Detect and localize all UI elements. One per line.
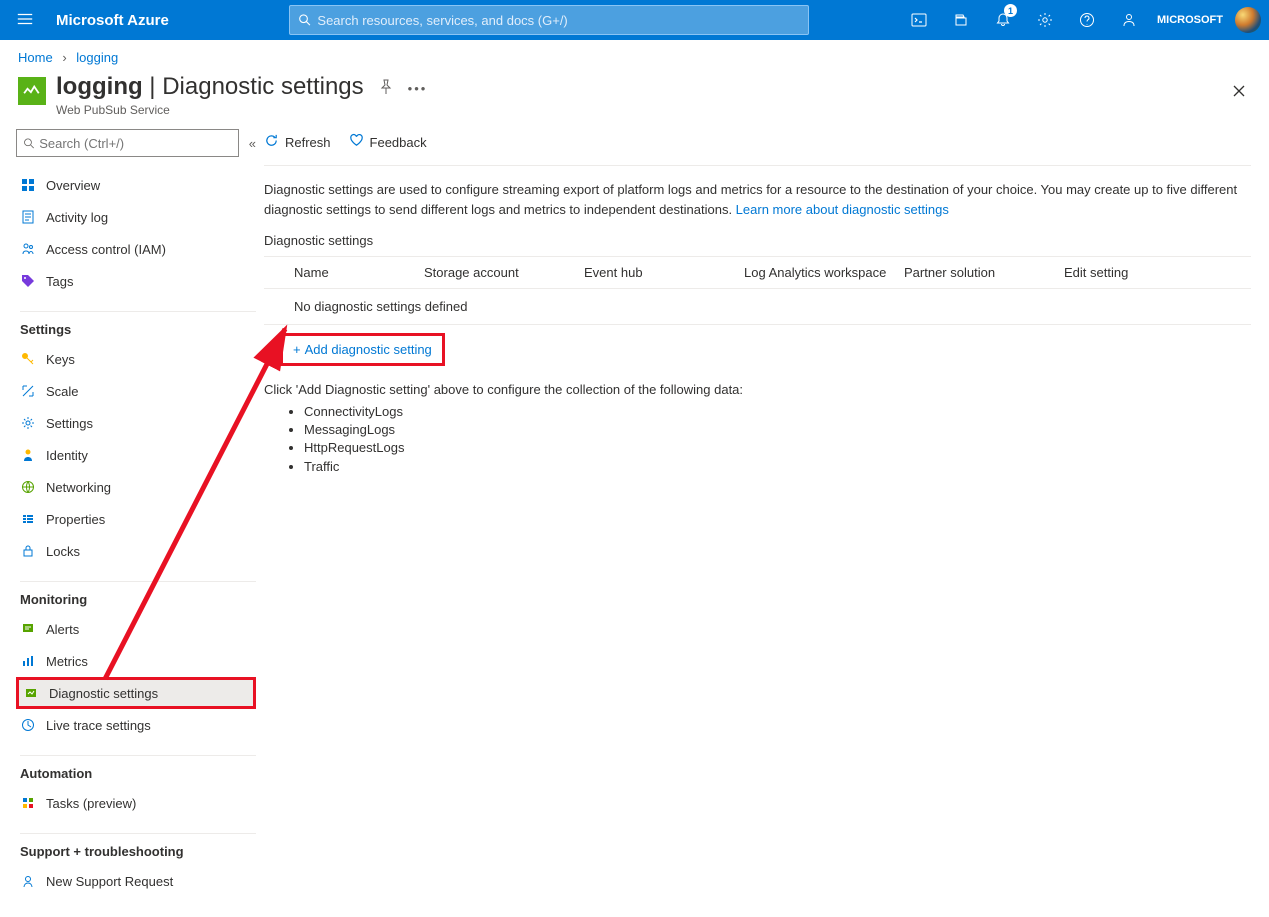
global-search-box[interactable] — [289, 5, 809, 35]
col-edit: Edit setting — [1064, 265, 1184, 280]
table-empty-row: No diagnostic settings defined — [264, 289, 1251, 324]
sidebar-item-overview[interactable]: Overview — [16, 169, 256, 201]
sidebar-item-settings[interactable]: Settings — [16, 407, 256, 439]
col-storage: Storage account — [424, 265, 584, 280]
add-setting-highlight: + Add diagnostic setting — [280, 333, 445, 366]
cloud-shell-icon[interactable] — [899, 0, 939, 40]
sidebar-section-monitoring: Monitoring — [20, 581, 256, 607]
sidebar-item-activity-log[interactable]: Activity log — [16, 201, 256, 233]
search-icon — [298, 13, 312, 27]
sidebar-item-alerts[interactable]: Alerts — [16, 613, 256, 645]
notification-badge: 1 — [1004, 4, 1017, 17]
breadcrumb-current[interactable]: logging — [76, 50, 118, 65]
sidebar-item-tasks[interactable]: Tasks (preview) — [16, 787, 256, 819]
sidebar-item-metrics[interactable]: Metrics — [16, 645, 256, 677]
refresh-icon — [264, 133, 279, 151]
top-header: Microsoft Azure 1 MICROSOFT — [0, 0, 1269, 40]
learn-more-link[interactable]: Learn more about diagnostic settings — [736, 202, 949, 217]
page-title-text: logging | Diagnostic settings Web PubSub… — [56, 73, 364, 117]
command-bar: Refresh Feedback — [264, 129, 1251, 166]
collapse-sidebar-icon[interactable]: « — [249, 136, 256, 151]
sidebar: « Overview Activity log Access control (… — [0, 129, 264, 917]
breadcrumb-home[interactable]: Home — [18, 50, 53, 65]
diagnostic-settings-table: Name Storage account Event hub Log Analy… — [264, 256, 1251, 325]
pin-icon[interactable] — [378, 79, 394, 98]
sidebar-item-locks[interactable]: Locks — [16, 535, 256, 567]
resource-icon — [18, 77, 46, 105]
close-button[interactable] — [1227, 79, 1251, 106]
page-name: Diagnostic settings — [162, 73, 363, 100]
table-header: Name Storage account Event hub Log Analy… — [264, 257, 1251, 289]
log-list: ConnectivityLogs MessagingLogs HttpReque… — [304, 403, 1251, 476]
col-law: Log Analytics workspace — [744, 265, 904, 280]
heart-icon — [349, 133, 364, 151]
col-event: Event hub — [584, 265, 744, 280]
main-content: Refresh Feedback Diagnostic settings are… — [264, 129, 1269, 917]
sidebar-item-identity[interactable]: Identity — [16, 439, 256, 471]
sidebar-item-scale[interactable]: Scale — [16, 375, 256, 407]
settings-icon[interactable] — [1025, 0, 1065, 40]
sidebar-section-settings: Settings — [20, 311, 256, 337]
brand-label[interactable]: Microsoft Azure — [56, 12, 169, 29]
global-search-input[interactable] — [311, 13, 799, 28]
sidebar-section-automation: Automation — [20, 755, 256, 781]
user-avatar[interactable] — [1235, 7, 1261, 33]
feedback-icon[interactable] — [1109, 0, 1149, 40]
chevron-right-icon: › — [62, 50, 66, 65]
sidebar-search[interactable] — [16, 129, 239, 157]
page-title-row: logging | Diagnostic settings Web PubSub… — [0, 73, 1269, 129]
sidebar-item-diagnostic-settings[interactable]: Diagnostic settings — [16, 677, 256, 709]
notifications-icon[interactable]: 1 — [983, 0, 1023, 40]
list-item: HttpRequestLogs — [304, 439, 1251, 457]
directories-icon[interactable] — [941, 0, 981, 40]
sidebar-item-tags[interactable]: Tags — [16, 265, 256, 297]
description-text: Diagnostic settings are used to configur… — [264, 180, 1251, 219]
feedback-button[interactable]: Feedback — [349, 133, 427, 151]
sidebar-item-new-support[interactable]: New Support Request — [16, 865, 256, 897]
plus-icon: + — [293, 342, 301, 357]
global-search-wrap — [289, 5, 809, 35]
menu-icon[interactable] — [16, 10, 36, 30]
section-label: Diagnostic settings — [264, 233, 1251, 248]
resource-name: logging — [56, 73, 143, 100]
search-icon — [23, 137, 35, 150]
resource-type: Web PubSub Service — [56, 103, 364, 117]
tenant-label: MICROSOFT — [1157, 14, 1223, 26]
col-name: Name — [264, 265, 424, 280]
sidebar-item-networking[interactable]: Networking — [16, 471, 256, 503]
col-partner: Partner solution — [904, 265, 1064, 280]
sidebar-item-keys[interactable]: Keys — [16, 343, 256, 375]
list-item: Traffic — [304, 458, 1251, 476]
list-item: MessagingLogs — [304, 421, 1251, 439]
click-hint-text: Click 'Add Diagnostic setting' above to … — [264, 382, 1251, 397]
add-diagnostic-setting-button[interactable]: + Add diagnostic setting — [293, 342, 432, 357]
sidebar-search-input[interactable] — [35, 136, 232, 151]
sidebar-item-live-trace[interactable]: Live trace settings — [16, 709, 256, 741]
sidebar-section-support: Support + troubleshooting — [20, 833, 256, 859]
sidebar-item-properties[interactable]: Properties — [16, 503, 256, 535]
more-icon[interactable]: ••• — [408, 81, 428, 96]
help-icon[interactable] — [1067, 0, 1107, 40]
sidebar-item-access-control[interactable]: Access control (IAM) — [16, 233, 256, 265]
list-item: ConnectivityLogs — [304, 403, 1251, 421]
header-icons: 1 MICROSOFT — [899, 0, 1261, 40]
refresh-button[interactable]: Refresh — [264, 133, 331, 151]
breadcrumb: Home › logging — [0, 40, 1269, 73]
